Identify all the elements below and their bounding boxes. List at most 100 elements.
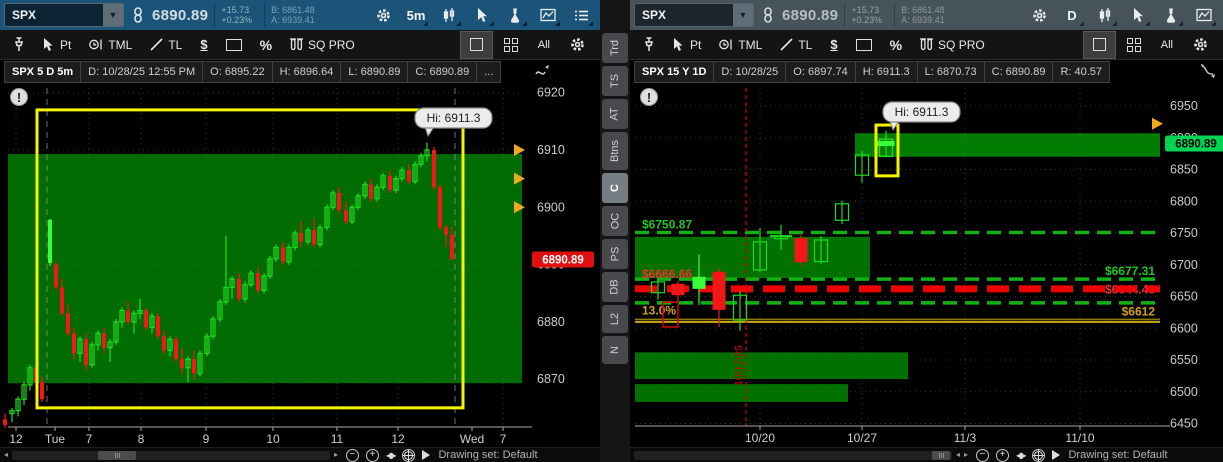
candlestick-chart-daily[interactable]: $6644.43$6750.87$6666.6613.0%$6677.31$66… <box>630 84 1223 447</box>
svg-text:Hi: 6911.3: Hi: 6911.3 <box>895 105 949 119</box>
timeframe-dropdown[interactable]: 5m <box>403 3 429 27</box>
gear-icon[interactable] <box>1026 3 1052 27</box>
chart-style-icon[interactable] <box>436 3 462 27</box>
toolbar-gear-button[interactable] <box>1184 32 1217 58</box>
change-percent: +0.23% <box>221 15 252 25</box>
chart-bottom-bar-left: ◂ ▸ − + ◂▮▸ Drawing set: Default <box>0 447 600 462</box>
scroll-left-icon[interactable]: ◂ <box>956 451 960 459</box>
svg-text:13.0%: 13.0% <box>642 303 676 317</box>
zoom-out-icon[interactable]: − <box>346 449 359 462</box>
pin-button[interactable] <box>6 32 32 58</box>
scroll-right-icon[interactable]: ▸ <box>334 451 338 459</box>
all-button[interactable]: All <box>529 32 559 58</box>
price-level-tool-button[interactable]: $ <box>823 32 844 58</box>
scrollbar-thumb[interactable] <box>932 451 950 460</box>
timeframe-dropdown[interactable]: D <box>1059 3 1085 27</box>
percent-tool-button[interactable]: % <box>883 32 909 58</box>
svg-text:6500: 6500 <box>1170 385 1198 399</box>
sq-pro-label: SQ PRO <box>308 38 355 52</box>
sq-pro-button[interactable]: SQ PRO <box>283 32 362 58</box>
price-change: +15.73 +0.23% <box>214 3 258 27</box>
play-icon[interactable] <box>422 450 430 460</box>
gadget-tab-n[interactable]: N <box>602 336 628 364</box>
gadget-tab-db[interactable]: DB <box>602 272 628 302</box>
scrollbar-thumb[interactable] <box>98 451 136 460</box>
symbol-dropdown[interactable]: SPX ▼ <box>634 3 754 27</box>
trendline-tool-button[interactable]: TL <box>773 32 819 58</box>
ohlc-cell: L: 6870.73 <box>918 61 985 83</box>
all-button[interactable]: All <box>1152 32 1182 58</box>
timeline-tool-label: TML <box>738 38 762 52</box>
gadget-tab-oc[interactable]: OC <box>602 206 628 236</box>
crosshair-icon[interactable] <box>1032 449 1045 462</box>
svg-text:6920: 6920 <box>537 86 565 100</box>
timeline-tool-button[interactable]: TML <box>712 32 769 58</box>
svg-text:9: 9 <box>203 432 210 446</box>
chevron-down-icon[interactable]: ▼ <box>103 4 123 26</box>
grid-layout-button[interactable] <box>495 32 527 58</box>
timeline-tool-button[interactable]: TML <box>82 32 139 58</box>
gadget-tab-trd[interactable]: Trd <box>602 33 628 63</box>
ohlc-cell: SPX 15 Y 1D <box>634 61 714 83</box>
list-icon[interactable] <box>568 3 594 27</box>
single-chart-layout-button[interactable] <box>1083 31 1116 59</box>
svg-text:6600: 6600 <box>1170 321 1198 335</box>
chevron-down-icon[interactable]: ▼ <box>733 4 753 26</box>
play-icon[interactable] <box>1052 450 1060 460</box>
svg-text:6890.89: 6890.89 <box>542 255 584 267</box>
percent-tool-button[interactable]: % <box>253 32 279 58</box>
zoom-out-icon[interactable]: − <box>976 449 989 462</box>
auto-scale-icon[interactable] <box>534 63 552 84</box>
symbol-value: SPX <box>5 8 103 22</box>
gadget-tab-ps[interactable]: PS <box>602 239 628 269</box>
rectangle-tool-button[interactable] <box>849 32 879 58</box>
gear-icon[interactable] <box>370 3 396 27</box>
gadget-tab-at[interactable]: AT <box>602 99 628 129</box>
link-icon[interactable] <box>130 3 146 27</box>
time-scrollbar[interactable] <box>12 451 330 460</box>
gadget-tab-ts[interactable]: TS <box>602 66 628 96</box>
zoom-in-icon[interactable]: + <box>996 449 1009 462</box>
svg-text:6750: 6750 <box>1170 226 1198 240</box>
drawing-set-label[interactable]: Drawing set: Default <box>434 449 541 461</box>
studies-icon[interactable] <box>535 3 561 27</box>
alert-marker-icon <box>1152 118 1163 130</box>
expand-horizontal-icon[interactable]: ◂▮▸ <box>1016 451 1025 460</box>
trading-platform: SPX ▼ 6890.89 +15.73 +0.23% B: 6861.48 A… <box>0 0 1223 462</box>
cursor-icon[interactable] <box>1125 3 1151 27</box>
pin-button[interactable] <box>636 32 662 58</box>
svg-text:6450: 6450 <box>1170 417 1198 431</box>
time-scrollbar[interactable] <box>634 451 952 460</box>
svg-text:6890.89: 6890.89 <box>1175 139 1217 151</box>
pointer-tool-button[interactable]: Pt <box>666 32 708 58</box>
ohlc-cell: O: 6897.74 <box>786 61 855 83</box>
toolbar-gear-button[interactable] <box>561 32 594 58</box>
chart-style-icon[interactable] <box>1092 3 1118 27</box>
trendline-tool-button[interactable]: TL <box>143 32 189 58</box>
svg-text:12: 12 <box>391 432 405 446</box>
pointer-tool-button[interactable]: Pt <box>36 32 78 58</box>
gadget-tab-c[interactable]: C <box>602 173 628 203</box>
studies-icon[interactable] <box>1191 3 1217 27</box>
grid-layout-button[interactable] <box>1118 32 1150 58</box>
change-value: +15.73 <box>851 5 882 15</box>
auto-scale-icon[interactable] <box>1199 63 1217 84</box>
cursor-icon[interactable] <box>469 3 495 27</box>
drawing-set-label[interactable]: Drawing set: Default <box>1064 449 1171 461</box>
symbol-dropdown[interactable]: SPX ▼ <box>4 3 124 27</box>
sq-pro-button[interactable]: SQ PRO <box>913 32 992 58</box>
flask-icon[interactable] <box>1158 3 1184 27</box>
candlestick-chart-5m[interactable]: 12Tue789101112Wed76920691069006890688068… <box>0 84 600 447</box>
expand-horizontal-icon[interactable]: ◂▮▸ <box>386 451 395 460</box>
rectangle-tool-button[interactable] <box>219 32 249 58</box>
scroll-left-icon[interactable]: ◂ <box>4 451 8 459</box>
scroll-right-icon[interactable]: ▸ <box>964 451 968 459</box>
gadget-tab-l2[interactable]: L2 <box>602 305 628 333</box>
single-chart-layout-button[interactable] <box>460 31 493 59</box>
price-level-tool-button[interactable]: $ <box>193 32 214 58</box>
flask-icon[interactable] <box>502 3 528 27</box>
crosshair-icon[interactable] <box>402 449 415 462</box>
zoom-in-icon[interactable]: + <box>366 449 379 462</box>
link-icon[interactable] <box>760 3 776 27</box>
gadget-tab-btns[interactable]: Btns <box>602 132 628 170</box>
